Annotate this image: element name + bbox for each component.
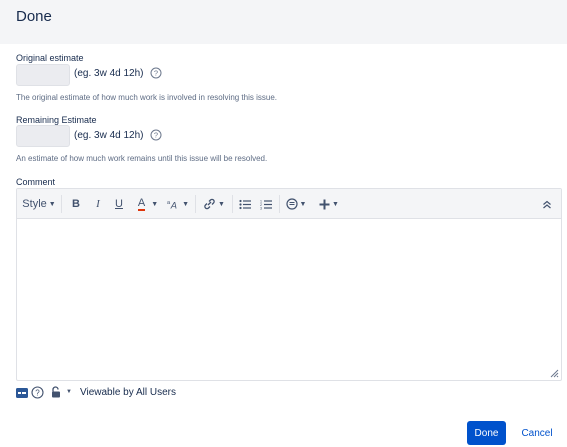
resize-handle-icon[interactable] (549, 368, 559, 378)
toolbar-divider (61, 195, 62, 213)
bullet-list-icon (239, 199, 251, 209)
numbered-list-button[interactable]: 1 2 3 (259, 196, 273, 212)
bold-button[interactable]: B (69, 196, 83, 212)
original-estimate-hint: (eg. 3w 4d 12h) (74, 68, 144, 79)
visibility-dropdown[interactable]: ▼ (51, 385, 75, 399)
underline-button[interactable]: U (112, 196, 126, 212)
emoticon-button[interactable]: ▼ (285, 196, 307, 212)
comment-editor[interactable]: Style ▼ B I U A ▼ a A ▼ ▼ 1 2 3 ▼ ▼ (16, 188, 562, 381)
collapse-toolbar-button[interactable] (540, 196, 554, 212)
svg-text:?: ? (35, 388, 40, 397)
bullet-list-button[interactable] (238, 196, 252, 212)
svg-text:A: A (170, 201, 177, 210)
remaining-estimate-description: An estimate of how much work remains unt… (16, 154, 268, 163)
link-button[interactable]: ▼ (203, 196, 225, 212)
dropdown-icon: ▼ (66, 389, 72, 395)
remaining-estimate-input[interactable] (16, 125, 70, 147)
italic-button[interactable]: I (91, 196, 105, 212)
numbered-list-icon: 1 2 3 (260, 199, 272, 210)
toolbar-divider (279, 195, 280, 213)
lock-icon (52, 386, 60, 398)
chevron-down-icon: ▼ (299, 200, 307, 208)
collapse-toolbar-icon (543, 200, 551, 208)
svg-text:?: ? (154, 131, 158, 140)
original-estimate-label: Original estimate (16, 53, 84, 63)
svg-text:3: 3 (260, 206, 262, 210)
chevron-down-icon: ▼ (151, 200, 159, 208)
original-estimate-input[interactable] (16, 64, 70, 86)
chevron-down-icon: ▼ (48, 200, 56, 208)
text-color-button[interactable]: A ▼ (135, 196, 161, 212)
help-icon[interactable]: ? (31, 386, 44, 399)
text-effects-button[interactable]: a A ▼ (167, 196, 189, 212)
svg-text:?: ? (154, 69, 158, 78)
original-estimate-description: The original estimate of how much work i… (16, 93, 278, 102)
comment-label: Comment (16, 177, 56, 187)
toolbar-divider (195, 195, 196, 213)
toolbar-divider (232, 195, 233, 213)
visibility-text: Viewable by All Users (80, 387, 176, 398)
text-color-icon: A (137, 196, 146, 211)
dialog-header: Done (0, 0, 567, 44)
insert-more-button[interactable]: ▼ (318, 196, 340, 212)
help-icon[interactable]: ? (150, 67, 162, 79)
text-effects-icon: a A (167, 200, 177, 210)
chevron-down-icon: ▼ (218, 200, 225, 208)
link-icon (204, 198, 215, 210)
editor-toolbar: Style ▼ B I U A ▼ a A ▼ ▼ 1 2 3 ▼ ▼ (17, 189, 561, 219)
emoticon-icon (285, 198, 298, 210)
text-style-dropdown[interactable]: Style ▼ (22, 196, 56, 212)
insert-more-icon (319, 199, 330, 209)
done-button[interactable]: Done (467, 421, 506, 445)
dialog-title: Done (16, 8, 52, 25)
help-icon[interactable]: ? (150, 129, 162, 141)
text-style-label: Style (22, 198, 47, 210)
chevron-down-icon: ▼ (332, 200, 339, 208)
editor-mode-icon[interactable] (16, 388, 28, 398)
chevron-down-icon: ▼ (182, 200, 189, 208)
cancel-button[interactable]: Cancel (517, 421, 557, 445)
remaining-estimate-hint: (eg. 3w 4d 12h) (74, 130, 144, 141)
remaining-estimate-label: Remaining Estimate (16, 115, 97, 125)
